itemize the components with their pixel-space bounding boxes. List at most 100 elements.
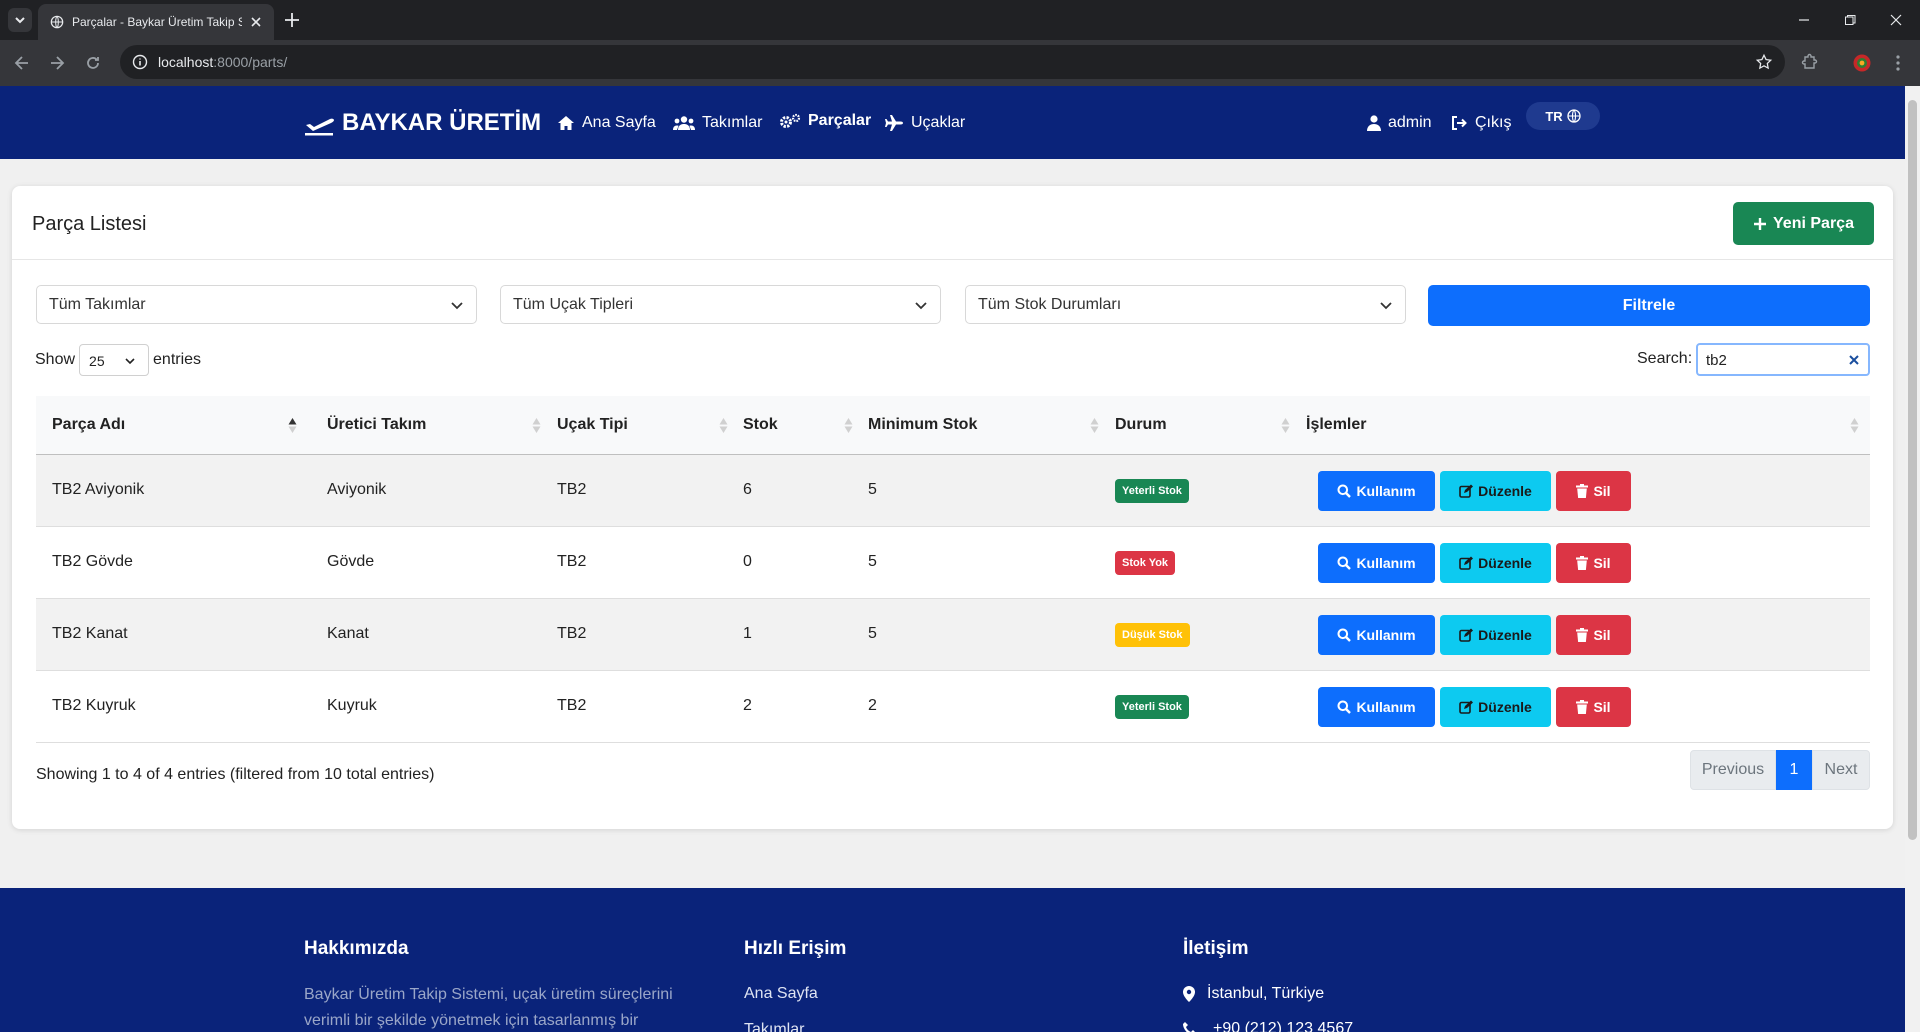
delete-button[interactable]: Sil: [1556, 471, 1631, 511]
sort-icon[interactable]: [1281, 417, 1290, 434]
edit-button[interactable]: Düzenle: [1440, 615, 1551, 655]
edit-icon: [1459, 628, 1474, 642]
pagination-page-1[interactable]: 1: [1776, 750, 1812, 790]
tab-search-button[interactable]: [8, 8, 32, 32]
sort-ascending-icon[interactable]: [288, 417, 297, 434]
forward-icon[interactable]: [47, 53, 67, 73]
plane-departure-icon: [305, 118, 334, 136]
trash-icon: [1576, 484, 1589, 498]
phone-icon: [1183, 1022, 1195, 1032]
sort-icon[interactable]: [844, 417, 853, 434]
extensions-icon[interactable]: [1799, 53, 1819, 73]
nav-link-aircraft[interactable]: Uçaklar: [884, 112, 965, 134]
edit-button[interactable]: Düzenle: [1440, 687, 1551, 727]
status-badge: Yeterli Stok: [1115, 695, 1189, 719]
col-stock[interactable]: Stok: [743, 416, 778, 434]
delete-button[interactable]: Sil: [1556, 615, 1631, 655]
url-host: localhost: [158, 54, 214, 70]
col-min-stock[interactable]: Minimum Stok: [868, 416, 977, 434]
cell-aircraft: TB2: [557, 481, 587, 498]
team-filter-value: Tüm Takımlar: [49, 296, 146, 313]
usage-button[interactable]: Kullanım: [1318, 543, 1435, 583]
usage-button[interactable]: Kullanım: [1318, 687, 1435, 727]
col-actions[interactable]: İşlemler: [1306, 416, 1366, 434]
aircraft-filter-select[interactable]: Tüm Uçak Tipleri: [500, 285, 941, 324]
nav-link-parts[interactable]: Parçalar: [779, 110, 871, 132]
close-window-icon: [1890, 14, 1902, 26]
footer-phone: +90 (212) 123 4567: [1183, 1018, 1353, 1032]
cell-min-stock: 5: [868, 553, 877, 570]
new-tab-icon[interactable]: [282, 10, 302, 30]
edit-button[interactable]: Düzenle: [1440, 471, 1551, 511]
page-length-value: 25: [89, 353, 105, 369]
close-window-button[interactable]: [1873, 0, 1919, 40]
cell-team: Gövde: [327, 553, 375, 570]
site-info-icon[interactable]: [132, 54, 148, 70]
footer-link-teams[interactable]: Takımlar: [744, 1021, 804, 1032]
scrollbar-thumb[interactable]: [1908, 100, 1917, 840]
search-icon: [1337, 484, 1352, 498]
parts-card: Parça Listesi Yeni Parça Tüm Takımlar Tü…: [12, 186, 1893, 829]
pagination-next[interactable]: Next: [1812, 750, 1870, 790]
app-navbar: BAYKAR ÜRETİM Ana Sayfa Takımlar Parçala…: [0, 86, 1905, 159]
map-marker-icon: [1183, 986, 1195, 1002]
chevron-down-icon: [451, 302, 463, 310]
search-icon: [1337, 556, 1352, 570]
logout-label: Çıkış: [1475, 114, 1512, 131]
language-switcher[interactable]: TR: [1526, 102, 1600, 130]
edit-button[interactable]: Düzenle: [1440, 543, 1551, 583]
sort-icon[interactable]: [1850, 417, 1859, 434]
reload-icon[interactable]: [83, 53, 103, 73]
bookmark-star-icon[interactable]: [1755, 53, 1773, 71]
stock-filter-select[interactable]: Tüm Stok Durumları: [965, 285, 1406, 324]
team-filter-select[interactable]: Tüm Takımlar: [36, 285, 477, 324]
nav-link-label: Uçaklar: [911, 114, 966, 131]
clear-search-icon[interactable]: [1848, 354, 1860, 366]
entries-label: entries: [153, 351, 202, 368]
back-icon[interactable]: [12, 53, 32, 73]
minimize-button[interactable]: [1781, 0, 1827, 40]
cell-part-name: TB2 Aviyonik: [52, 481, 145, 498]
restore-button[interactable]: [1827, 0, 1873, 40]
profile-avatar-icon[interactable]: [1852, 53, 1872, 73]
footer-address: İstanbul, Türkiye: [1183, 983, 1324, 1005]
filter-button[interactable]: Filtrele: [1428, 285, 1870, 326]
usage-button[interactable]: Kullanım: [1318, 471, 1435, 511]
browser-tab[interactable]: Parçalar - Baykar Üretim Takip Sistemi: [38, 4, 274, 40]
home-icon: [558, 116, 574, 130]
nav-link-home[interactable]: Ana Sayfa: [557, 112, 656, 134]
plane-icon: [885, 115, 903, 131]
delete-label: Sil: [1593, 627, 1611, 643]
page-title: Parça Listesi: [32, 213, 147, 235]
user-menu[interactable]: admin: [1367, 112, 1432, 134]
sort-icon[interactable]: [719, 417, 728, 434]
sort-icon[interactable]: [532, 417, 541, 434]
footer-about-text: Baykar Üretim Takip Sistemi, uçak üretim…: [304, 986, 673, 1029]
restore-icon: [1845, 15, 1856, 25]
close-icon[interactable]: [248, 14, 264, 30]
cell-min-stock: 5: [868, 481, 877, 498]
delete-button[interactable]: Sil: [1556, 543, 1631, 583]
users-icon: [673, 116, 695, 130]
page-length-select[interactable]: 25: [79, 344, 150, 376]
sort-icon[interactable]: [1090, 417, 1099, 434]
footer-phone-text: +90 (212) 123 4567: [1213, 1020, 1354, 1032]
col-status[interactable]: Durum: [1115, 416, 1167, 434]
nav-link-teams[interactable]: Takımlar: [673, 112, 762, 134]
usage-button[interactable]: Kullanım: [1318, 615, 1435, 655]
col-team[interactable]: Üretici Takım: [327, 416, 426, 434]
col-aircraft-type[interactable]: Uçak Tipi: [557, 416, 628, 434]
col-part-name[interactable]: Parça Adı: [52, 416, 125, 434]
brand-logo[interactable]: BAYKAR ÜRETİM: [304, 108, 541, 138]
new-part-button[interactable]: Yeni Parça: [1733, 202, 1874, 245]
address-url: localhost:8000/parts/: [158, 54, 287, 70]
address-bar[interactable]: localhost:8000/parts/: [120, 45, 1785, 79]
delete-button[interactable]: Sil: [1556, 687, 1631, 727]
pagination-previous[interactable]: Previous: [1690, 750, 1776, 790]
footer-link-home[interactable]: Ana Sayfa: [744, 985, 818, 1003]
search-input[interactable]: tb2: [1696, 343, 1870, 376]
table-row: TB2 Aviyonik Aviyonik TB2 6 5 Yeterli St…: [36, 455, 1870, 527]
logout-link[interactable]: Çıkış: [1451, 112, 1511, 134]
edit-label: Düzenle: [1478, 627, 1532, 643]
menu-dots-icon[interactable]: [1888, 53, 1908, 73]
